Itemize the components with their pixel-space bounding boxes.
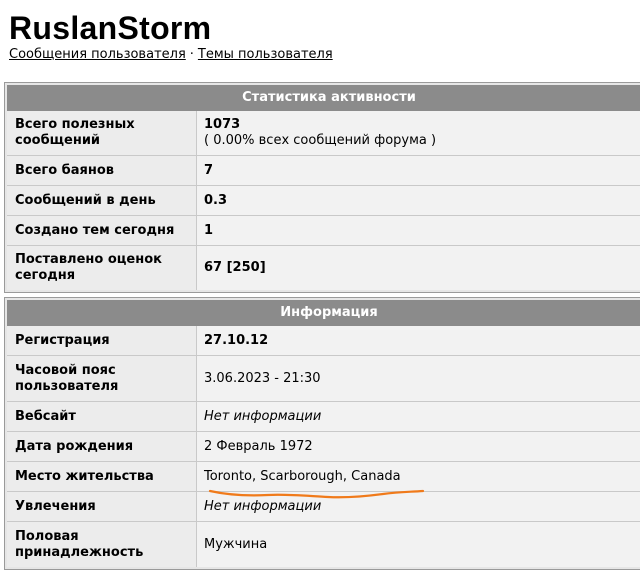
- stat-label: Сообщений в день: [7, 186, 197, 215]
- registration-value: 27.10.12: [197, 326, 640, 355]
- link-separator: ·: [189, 47, 194, 62]
- table-row: Всего полезных сообщений 1073 ( 0.00% вс…: [7, 111, 640, 155]
- table-row: Создано тем сегодня 1: [7, 215, 640, 245]
- table-row: Регистрация 27.10.12: [7, 326, 640, 355]
- username-title: RuslanStorm: [9, 10, 212, 46]
- info-table: Информация Регистрация 27.10.12 Часовой …: [4, 297, 640, 570]
- table-row: Дата рождения 2 Февраль 1972: [7, 431, 640, 461]
- activity-stats-table: Статистика активности Всего полезных соо…: [4, 82, 640, 293]
- stat-value: 67 [250]: [197, 246, 640, 290]
- stat-note: ( 0.00% всех сообщений форума ): [204, 133, 437, 148]
- table-row: Сообщений в день 0.3: [7, 185, 640, 215]
- stat-value: 1: [197, 216, 640, 245]
- birthday-value: 2 Февраль 1972: [197, 432, 640, 461]
- stat-value-cell: 1073 ( 0.00% всех сообщений форума ): [197, 111, 640, 155]
- table-row: Часовой пояс пользователя 3.06.2023 - 21…: [7, 355, 640, 401]
- stat-label: Поставлено оценок сегодня: [7, 246, 197, 290]
- timezone-value: 3.06.2023 - 21:30: [197, 356, 640, 401]
- table-row: Половая принадлежность Мужчина: [7, 521, 640, 567]
- table-row: Всего баянов 7: [7, 155, 640, 185]
- info-header: Информация: [7, 300, 640, 326]
- stat-label: Всего полезных сообщений: [7, 111, 197, 155]
- gender-value: Мужчина: [197, 522, 640, 567]
- info-label: Регистрация: [7, 326, 197, 355]
- info-label: Вебсайт: [7, 402, 197, 431]
- stat-label: Создано тем сегодня: [7, 216, 197, 245]
- location-underline-annotation: [208, 489, 425, 499]
- info-label: Половая принадлежность: [7, 522, 197, 567]
- stat-value: 1073: [204, 117, 241, 132]
- info-label: Увлечения: [7, 492, 197, 521]
- activity-stats-header: Статистика активности: [7, 85, 640, 111]
- table-row: Поставлено оценок сегодня 67 [250]: [7, 245, 640, 290]
- stat-label: Всего баянов: [7, 156, 197, 185]
- table-row: Вебсайт Нет информации: [7, 401, 640, 431]
- user-topics-link[interactable]: Темы пользователя: [198, 47, 333, 62]
- info-label: Часовой пояс пользователя: [7, 356, 197, 401]
- info-label: Дата рождения: [7, 432, 197, 461]
- stat-value: 0.3: [197, 186, 640, 215]
- website-value: Нет информации: [197, 402, 640, 431]
- user-links: Сообщения пользователя · Темы пользователя: [9, 46, 333, 64]
- user-messages-link[interactable]: Сообщения пользователя: [9, 47, 186, 62]
- info-label: Место жительства: [7, 462, 197, 491]
- stat-value: 7: [197, 156, 640, 185]
